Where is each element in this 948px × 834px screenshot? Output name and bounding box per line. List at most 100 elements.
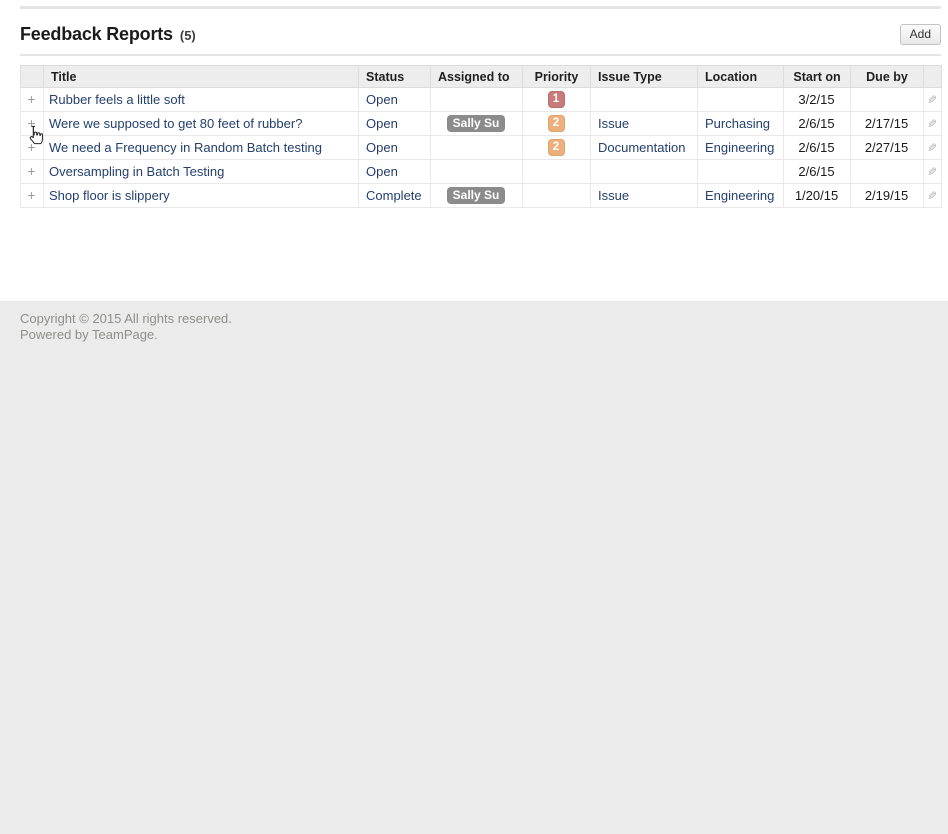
assigned-to-cell [431,88,523,112]
page-header: Feedback Reports(5) Add [20,23,941,45]
page-footer: Copyright © 2015 All rights reserved. Po… [0,301,948,834]
location-text: Engineering [705,188,774,203]
column-header-issue-type: Issue Type [591,66,698,88]
edit-row-button[interactable]: ✎ [927,165,937,179]
report-title-link[interactable]: We need a Frequency in Random Batch test… [49,140,322,155]
column-header-start-on: Start on [784,66,851,88]
expand-cell: + [21,160,44,184]
status-text: Open [366,164,398,179]
location-cell: Engineering [698,136,784,160]
report-title-link[interactable]: Were we supposed to get 80 feet of rubbe… [49,116,302,131]
due-by-cell: 2/17/15 [851,112,924,136]
top-divider [20,6,941,9]
table-row: + Shop floor is slippery Complete Sally Su I… [21,184,942,208]
edit-row-button[interactable]: ✎ [927,189,937,203]
column-header-location: Location [698,66,784,88]
title-cell: Rubber feels a little soft [44,88,359,112]
assigned-to-cell [431,136,523,160]
expand-row-button[interactable]: + [23,137,40,158]
table-row: + Were we supposed to get 80 feet of rubb… [21,112,942,136]
assigned-to-cell: Sally Su [431,112,523,136]
status-text: Open [366,116,398,131]
edit-column-header [924,66,942,88]
status-cell: Open [359,88,431,112]
edit-row-button[interactable]: ✎ [927,117,937,131]
assigned-badge: Sally Su [447,187,506,204]
priority-cell [523,160,591,184]
edit-cell: ✎ [924,88,942,112]
assigned-to-cell: Sally Su [431,184,523,208]
table-header-row: TitleStatusAssigned toPriorityIssue Type… [21,66,942,88]
start-on-cell: 2/6/15 [784,160,851,184]
column-header-assigned-to: Assigned to [431,66,523,88]
status-cell: Open [359,160,431,184]
expand-row-button[interactable]: + [23,113,40,134]
edit-row-button[interactable]: ✎ [927,141,937,155]
issue-type-text: Issue [598,188,629,203]
expand-cell: + [21,136,44,160]
table-row: + Oversampling in Batch Testing Open 2/6/15… [21,160,942,184]
status-text: Open [366,140,398,155]
report-title-link[interactable]: Shop floor is slippery [49,188,170,203]
due-by-cell: 2/27/15 [851,136,924,160]
column-header-status: Status [359,66,431,88]
column-header-due-by: Due by [851,66,924,88]
priority-cell: 2 [523,112,591,136]
priority-cell [523,184,591,208]
location-cell: Engineering [698,184,784,208]
issue-type-cell: Issue [591,184,698,208]
issue-type-cell: Issue [591,112,698,136]
add-button[interactable]: Add [900,24,941,45]
edit-cell: ✎ [924,184,942,208]
priority-badge: 2 [548,115,565,132]
location-cell: Purchasing [698,112,784,136]
start-on-cell: 2/6/15 [784,136,851,160]
start-on-cell: 3/2/15 [784,88,851,112]
expand-cell: + [21,112,44,136]
issue-type-text: Issue [598,116,629,131]
start-on-cell: 2/6/15 [784,112,851,136]
priority-cell: 2 [523,136,591,160]
page-title-group: Feedback Reports(5) [20,24,196,45]
title-cell: Oversampling in Batch Testing [44,160,359,184]
expand-row-button[interactable]: + [23,161,40,182]
start-on-cell: 1/20/15 [784,184,851,208]
report-title-link[interactable]: Oversampling in Batch Testing [49,164,224,179]
title-cell: Shop floor is slippery [44,184,359,208]
edit-row-button[interactable]: ✎ [927,93,937,107]
due-by-cell [851,160,924,184]
assigned-badge: Sally Su [447,115,506,132]
feedback-reports-table: TitleStatusAssigned toPriorityIssue Type… [20,65,942,208]
title-cell: We need a Frequency in Random Batch test… [44,136,359,160]
table-row: + We need a Frequency in Random Batch tes… [21,136,942,160]
issue-type-cell: Documentation [591,136,698,160]
due-by-cell: 2/19/15 [851,184,924,208]
issue-type-cell [591,160,698,184]
location-text: Engineering [705,140,774,155]
status-text: Complete [366,188,422,203]
expand-cell: + [21,184,44,208]
expand-cell: + [21,88,44,112]
expand-row-button[interactable]: + [23,89,40,110]
issue-type-text: Documentation [598,140,685,155]
table-row: + Rubber feels a little soft Open 1 3/2/15 ✎ [21,88,942,112]
item-count: (5) [180,28,196,43]
edit-cell: ✎ [924,112,942,136]
due-by-cell [851,88,924,112]
powered-by-text: Powered by TeamPage. [20,327,928,343]
priority-badge: 2 [548,139,565,156]
status-text: Open [366,92,398,107]
expand-row-button[interactable]: + [23,185,40,206]
issue-type-cell [591,88,698,112]
report-title-link[interactable]: Rubber feels a little soft [49,92,185,107]
column-header-title: Title [44,66,359,88]
status-cell: Open [359,112,431,136]
priority-cell: 1 [523,88,591,112]
location-text: Purchasing [705,116,770,131]
location-cell [698,160,784,184]
status-cell: Open [359,136,431,160]
expand-column-header [21,66,44,88]
priority-badge: 1 [548,91,565,108]
assigned-to-cell [431,160,523,184]
edit-cell: ✎ [924,160,942,184]
